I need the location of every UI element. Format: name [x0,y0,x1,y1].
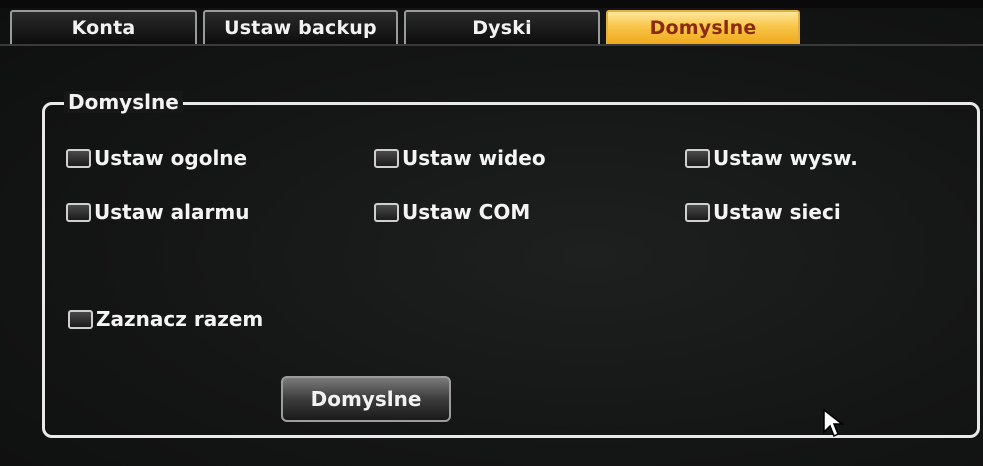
tab-bar: Konta Ustaw backup Dyski Domyslne [10,10,800,46]
option-label: Ustaw ogolne [94,146,248,170]
checkbox[interactable] [66,148,91,168]
checkbox[interactable] [374,202,399,222]
option-label: Ustaw alarmu [94,200,250,224]
tab-dyski[interactable]: Dyski [404,10,600,44]
option-label: Ustaw wysw. [713,146,858,170]
option-label: Ustaw COM [402,200,531,224]
option-ustaw-alarmu[interactable]: Ustaw alarmu [66,200,249,224]
option-ustaw-wysw[interactable]: Ustaw wysw. [685,146,858,170]
screen: Konta Ustaw backup Dyski Domyslne Domysl… [0,0,983,466]
option-ustaw-sieci[interactable]: Ustaw sieci [685,200,841,224]
tab-ustaw-backup[interactable]: Ustaw backup [203,10,398,44]
option-ustaw-com[interactable]: Ustaw COM [374,200,530,224]
option-zaznacz-razem[interactable]: Zaznacz razem [68,307,263,331]
mouse-pointer-icon [823,408,845,438]
option-label: Ustaw sieci [713,200,841,224]
option-ustaw-ogolne[interactable]: Ustaw ogolne [66,146,247,170]
checkbox[interactable] [685,202,710,222]
tab-divider [0,44,983,46]
tab-domyslne[interactable]: Domyslne [606,10,800,44]
checkbox[interactable] [66,202,91,222]
group-title: Domyslne [64,91,183,113]
checkbox[interactable] [374,148,399,168]
option-label: Ustaw wideo [402,146,546,170]
select-all-checkbox[interactable] [68,309,93,329]
restore-defaults-button[interactable]: Domyslne [281,376,451,422]
select-all-label: Zaznacz razem [96,307,264,331]
checkbox[interactable] [685,148,710,168]
option-ustaw-wideo[interactable]: Ustaw wideo [374,146,546,170]
tab-konta[interactable]: Konta [10,10,197,44]
